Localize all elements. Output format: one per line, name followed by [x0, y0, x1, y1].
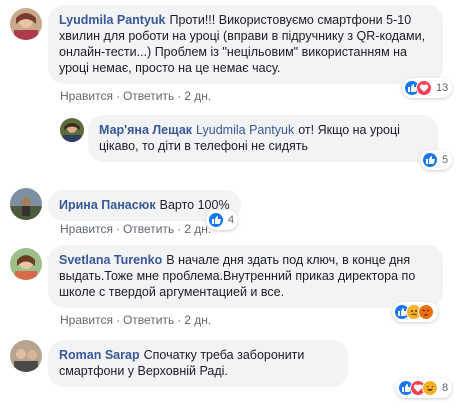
author-name[interactable]: Roman Sarap — [59, 348, 140, 362]
love-icon — [416, 80, 432, 96]
reactions[interactable] — [392, 302, 438, 322]
like-link[interactable]: Нравится — [60, 313, 113, 327]
comment-bubble: Мар'яна Лещак Lyudmila Pantyuk от! Якщо на… — [88, 115, 438, 162]
avatar[interactable] — [10, 248, 42, 280]
avatar[interactable] — [60, 118, 84, 142]
like-icon — [422, 152, 438, 168]
author-name[interactable]: Lyudmila Pantyuk — [59, 13, 166, 27]
reaction-count: 13 — [436, 82, 449, 94]
author-name[interactable]: Svetlana Turenko — [59, 253, 162, 267]
timestamp[interactable]: 2 дн. — [184, 89, 211, 103]
reply-link[interactable]: Ответить — [123, 89, 174, 103]
avatar[interactable] — [10, 188, 42, 220]
haha-icon — [422, 380, 438, 396]
comment-bubble: Lyudmila Pantyuk Проти!!! Використовуємо … — [48, 5, 443, 84]
comment-5: Roman Sarap Спочатку треба заборонити сма… — [0, 330, 470, 411]
timestamp[interactable]: 2 дн. — [184, 222, 211, 236]
reaction-count: 5 — [442, 154, 449, 166]
comment-3: Ирина Панасюк Варто 100% 4 Нравится · Ответ… — [0, 180, 470, 240]
like-link[interactable]: Нравится — [60, 222, 113, 236]
author-name[interactable]: Мар'яна Лещак — [99, 123, 192, 137]
timestamp[interactable]: 2 дн. — [184, 313, 211, 327]
comment-2: Мар'яна Лещак Lyudmila Pantyuk от! Якщо на… — [0, 110, 470, 180]
author-name[interactable]: Ирина Панасюк — [59, 198, 156, 212]
reply-link[interactable]: Ответить — [123, 222, 174, 236]
comment-actions: Нравится · Ответить · 2 дн. — [60, 222, 212, 236]
comment-actions: Нравится · Ответить · 2 дн. — [60, 313, 212, 327]
reaction-count: 4 — [228, 214, 235, 226]
comment-bubble: Roman Sarap Спочатку треба заборонити сма… — [48, 340, 348, 387]
reaction-count: 8 — [442, 382, 449, 394]
reactions[interactable]: 13 — [402, 78, 453, 98]
comment-1: Lyudmila Pantyuk Проти!!! Використовуємо … — [0, 0, 470, 110]
reactions[interactable]: 8 — [396, 378, 453, 398]
comment-bubble: Svetlana Turenko В начале дня здать под к… — [48, 245, 443, 308]
comment-4: Svetlana Turenko В начале дня здать под к… — [0, 240, 470, 330]
comment-actions: Нравится · Ответить · 2 дн. — [60, 89, 212, 103]
avatar[interactable] — [10, 340, 42, 372]
mention-link[interactable]: Lyudmila Pantyuk — [196, 123, 294, 137]
reply-link[interactable]: Ответить — [123, 313, 174, 327]
angry-icon — [418, 304, 434, 320]
avatar[interactable] — [10, 8, 42, 40]
reactions[interactable]: 5 — [420, 150, 453, 170]
like-link[interactable]: Нравится — [60, 89, 113, 103]
